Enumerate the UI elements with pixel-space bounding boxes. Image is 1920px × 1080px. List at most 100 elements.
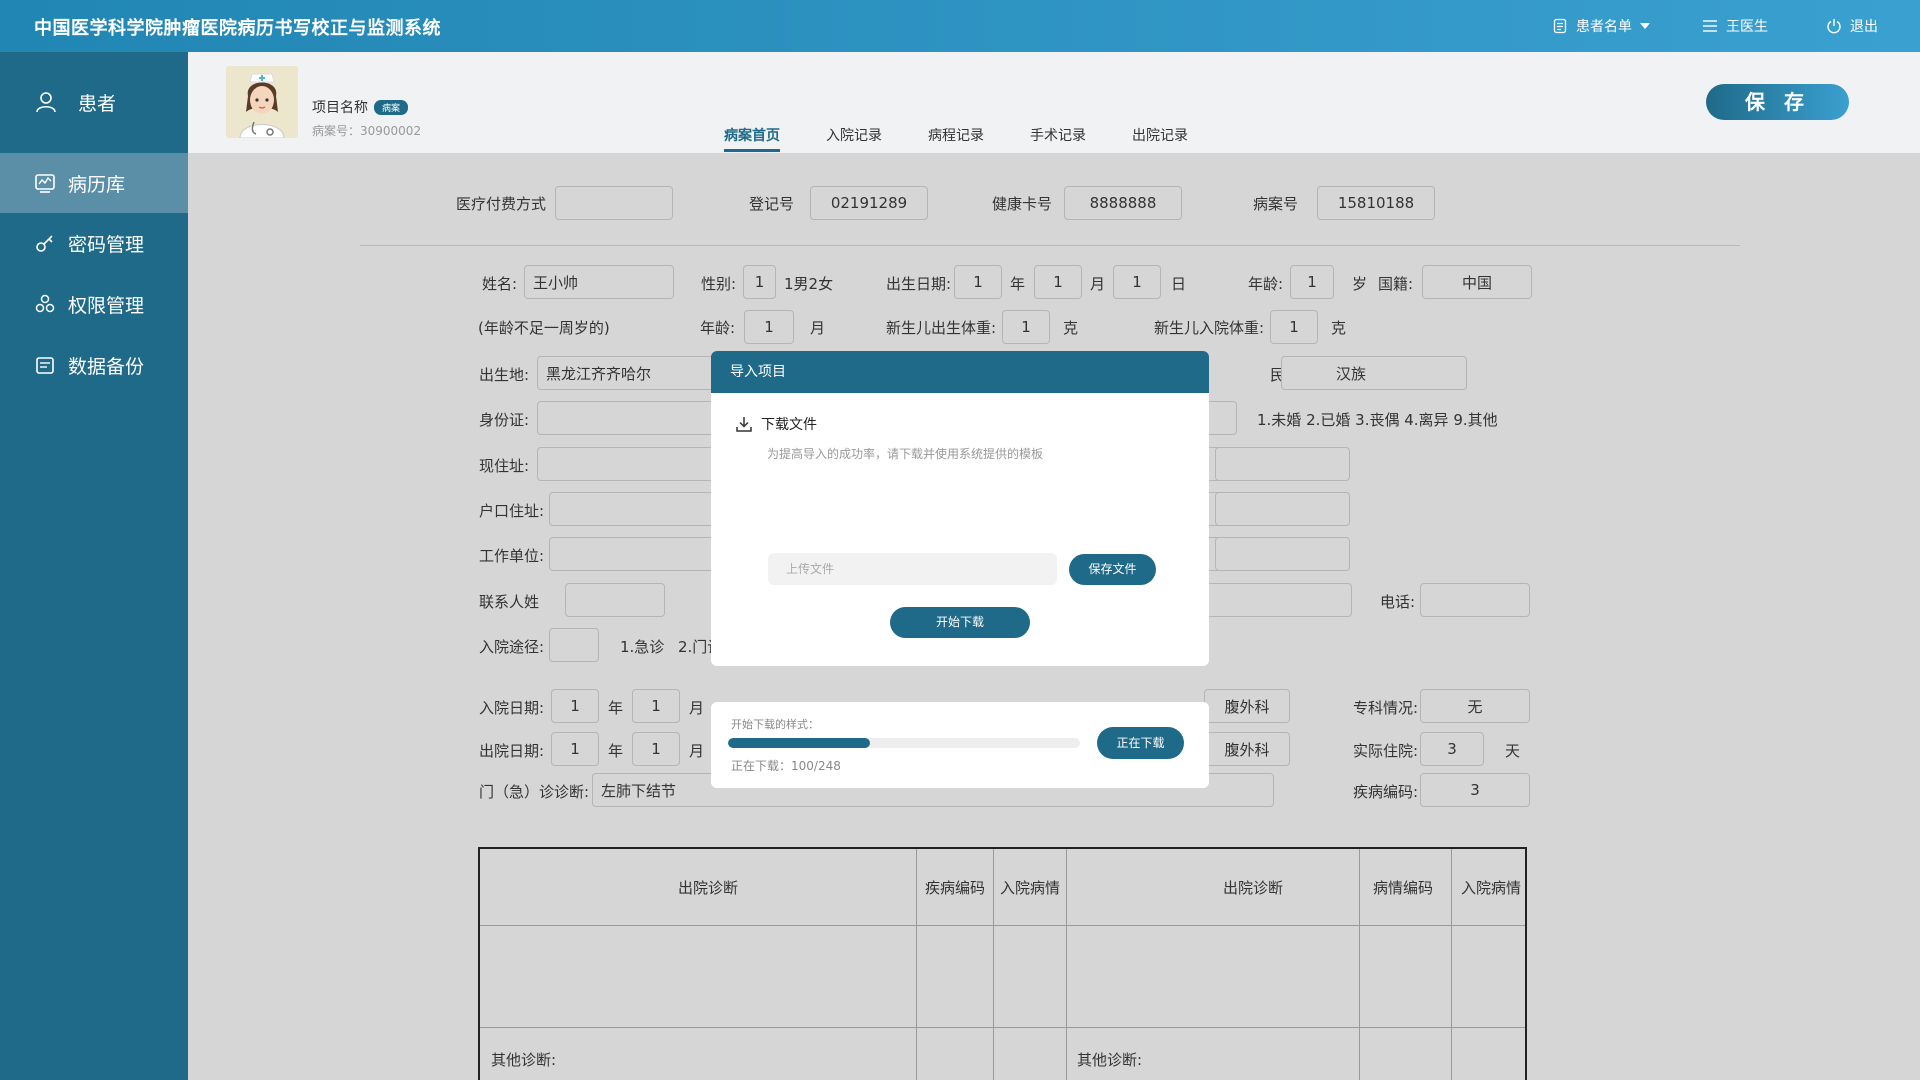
contact-address-field[interactable] (1188, 583, 1352, 617)
newborn-admit-weight-label: 新生儿入院体重: (1154, 319, 1265, 337)
nationality-field[interactable]: 中国 (1422, 265, 1532, 299)
birthplace-label: 出生地: (479, 366, 530, 384)
stay-unit: 天 (1505, 742, 1521, 760)
downloading-button[interactable]: 正在下载 (1097, 727, 1184, 759)
newborn-admit-weight-field[interactable]: 1 (1270, 310, 1318, 344)
discharge-month-field[interactable]: 1 (632, 732, 680, 766)
day-label: 日 (1171, 275, 1187, 293)
caret-down-icon (1640, 23, 1650, 29)
table-divider (993, 849, 994, 1080)
admit-year-field[interactable]: 1 (551, 689, 599, 723)
case-no-field[interactable]: 15810188 (1317, 186, 1435, 220)
gender-field[interactable]: 1 (743, 265, 776, 299)
address-postcode-field[interactable] (1215, 447, 1350, 481)
newborn-weight-field[interactable]: 1 (1002, 310, 1050, 344)
reg-field[interactable]: 02191289 (810, 186, 928, 220)
route-field[interactable] (549, 628, 599, 662)
contact-field[interactable] (565, 583, 665, 617)
avatar (226, 66, 298, 138)
start-download-button[interactable]: 开始下载 (890, 607, 1030, 638)
specialty-field[interactable]: 无 (1420, 689, 1530, 723)
tab-progress[interactable]: 病程记录 (928, 125, 984, 152)
sidebar-item-permissions[interactable]: 权限管理 (0, 274, 188, 334)
download-file-title: 下载文件 (761, 417, 817, 433)
infant-note: (年龄不足一周岁的) (478, 319, 610, 337)
payment-field[interactable] (555, 186, 673, 220)
work-phone-field[interactable] (1215, 537, 1350, 571)
download-icon (736, 417, 752, 432)
name-field[interactable]: 王小帅 (524, 265, 674, 299)
backup-icon (36, 357, 54, 374)
phone-label: 电话: (1380, 593, 1416, 611)
gender-label: 性别: (701, 275, 737, 293)
other-diagnosis-label: 其他诊断: (491, 1051, 557, 1069)
age-label: 年龄: (1248, 275, 1284, 293)
discharge-dept-field[interactable]: 腹外科 (1204, 732, 1290, 766)
logout-label: 退出 (1850, 19, 1878, 35)
work-label: 工作单位: (479, 547, 545, 565)
disease-code-label: 疾病编码: (1353, 783, 1419, 801)
stay-field[interactable]: 3 (1420, 732, 1484, 766)
payment-label: 医疗付费方式 (456, 195, 547, 213)
sidebar-item-label: 权限管理 (68, 294, 145, 317)
hukou-label: 户口住址: (479, 502, 545, 520)
save-button[interactable]: 保 存 (1706, 84, 1849, 120)
sidebar-item-password[interactable]: 密码管理 (0, 213, 188, 273)
user-menu[interactable]: 王医生 (1702, 16, 1768, 36)
age-field[interactable]: 1 (1290, 265, 1334, 299)
hukou-postcode-field[interactable] (1215, 492, 1350, 526)
permission-icon (35, 294, 55, 313)
table-divider (916, 849, 917, 1080)
sidebar-patient[interactable]: 患者 (0, 52, 188, 152)
tab-admission[interactable]: 入院记录 (826, 125, 882, 152)
patient-list-menu[interactable]: 患者名单 (1552, 16, 1650, 36)
name-label: 姓名: (482, 275, 518, 293)
tab-discharge[interactable]: 出院记录 (1132, 125, 1188, 152)
nationality-label: 国籍: (1378, 275, 1414, 293)
route-option-emergency: 1.急诊 (620, 638, 665, 656)
table-divider (1451, 849, 1452, 1080)
admit-month-field[interactable]: 1 (632, 689, 680, 723)
sidebar-item-backup[interactable]: 数据备份 (0, 335, 188, 395)
progress-bar-fill (728, 738, 870, 748)
ethnic-field[interactable]: 汉族 (1281, 356, 1467, 390)
patient-header: 项目名称 病案 病案号：30900002 病案首页 入院记录 病程记录 手术记录… (188, 52, 1920, 153)
logout-button[interactable]: 退出 (1826, 16, 1878, 36)
column-header: 入院病情 (1000, 879, 1061, 897)
save-file-button[interactable]: 保存文件 (1069, 554, 1156, 585)
sidebar-item-records[interactable]: 病历库 (0, 153, 188, 213)
birth-year-field[interactable]: 1 (954, 265, 1002, 299)
infant-age-field[interactable]: 1 (744, 310, 794, 344)
month-label: 月 (1090, 275, 1106, 293)
record-tabs: 病案首页 入院记录 病程记录 手术记录 出院记录 (724, 125, 1188, 152)
outpatient-diagnosis-label: 门（急）诊诊断: (479, 783, 590, 801)
disease-code-field[interactable]: 3 (1420, 773, 1530, 807)
stay-label: 实际住院: (1353, 742, 1419, 760)
table-divider (1359, 849, 1360, 1080)
download-hint: 为提高导入的成功率，请下载并使用系统提供的模板 (767, 447, 1044, 461)
age-unit: 岁 (1352, 275, 1368, 293)
sidebar-item-label: 密码管理 (68, 233, 145, 256)
admit-dept-field[interactable]: 腹外科 (1204, 689, 1290, 723)
health-card-field[interactable]: 8888888 (1064, 186, 1182, 220)
list-icon (1553, 18, 1567, 34)
user-icon (36, 92, 56, 113)
records-icon (35, 174, 55, 193)
infant-age-label: 年龄: (700, 319, 736, 337)
id-label: 身份证: (479, 411, 530, 429)
year-label-3: 年 (608, 742, 624, 760)
tab-home[interactable]: 病案首页 (724, 125, 780, 152)
discharge-year-field[interactable]: 1 (551, 732, 599, 766)
upload-file-input[interactable]: 上传文件 (768, 553, 1057, 585)
birth-day-field[interactable]: 1 (1113, 265, 1161, 299)
table-divider (480, 925, 1525, 926)
birth-date-label: 出生日期: (886, 275, 952, 293)
tab-surgery[interactable]: 手术记录 (1030, 125, 1086, 152)
phone-field[interactable] (1420, 583, 1530, 617)
discharge-date-label: 出院日期: (479, 742, 545, 760)
download-progress-card: 开始下载的样式： 正在下载：100/248 正在下载 (711, 702, 1209, 788)
birth-month-field[interactable]: 1 (1034, 265, 1082, 299)
column-header: 入院病情 (1461, 879, 1522, 897)
gender-hint: 1男2女 (784, 275, 834, 293)
year-label: 年 (1010, 275, 1026, 293)
